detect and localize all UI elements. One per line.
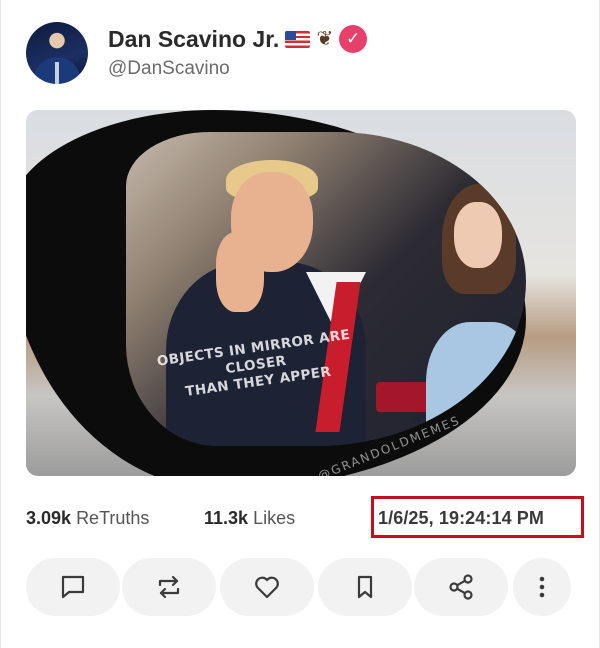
share-button[interactable] [414, 558, 508, 616]
share-icon [449, 574, 473, 600]
verified-badge-icon: ✓ [339, 25, 368, 53]
author-handle[interactable]: @DanScavino [108, 58, 230, 80]
retruths-label: ReTruths [76, 508, 150, 528]
post-card: Dan Scavino Jr. ❦ ✓ @DanScavino OBJECTS … [0, 0, 600, 648]
likes-count: 11.3k [204, 508, 249, 528]
retruth-icon [158, 575, 180, 599]
reply-button[interactable] [26, 558, 120, 616]
retruths-stat[interactable]: 3.09k ReTruths [26, 508, 149, 529]
author-display-name[interactable]: Dan Scavino Jr. [108, 26, 279, 53]
post-timestamp[interactable]: 1/6/25, 19:24:14 PM [378, 508, 544, 529]
bookmark-icon [357, 575, 373, 599]
more-options-button[interactable] [513, 558, 571, 616]
bookmark-button[interactable] [318, 558, 412, 616]
us-flag-icon [285, 30, 311, 48]
avatar-detail [55, 62, 59, 84]
likes-label: Likes [253, 508, 296, 528]
like-icon [255, 576, 279, 599]
post-stats: 3.09k ReTruths 11.3k Likes 1/6/25, 19:24… [26, 496, 586, 538]
like-button[interactable] [220, 558, 314, 616]
author-name-row: Dan Scavino Jr. ❦ ✓ [108, 22, 368, 56]
face-woman [454, 202, 502, 268]
post-image[interactable]: OBJECTS IN MIRROR ARE CLOSER THAN THEY A… [26, 110, 576, 476]
more-icon [539, 576, 545, 598]
reply-icon [61, 575, 85, 599]
likes-stat[interactable]: 11.3k Likes [204, 508, 295, 529]
action-bar [26, 558, 576, 616]
raised-hand [216, 232, 264, 312]
eagle-icon: ❦ [316, 28, 334, 50]
retruth-button[interactable] [122, 558, 216, 616]
figure-woman-blue-coat [426, 322, 526, 446]
avatar[interactable] [26, 22, 88, 84]
retruths-count: 3.09k [26, 508, 72, 528]
